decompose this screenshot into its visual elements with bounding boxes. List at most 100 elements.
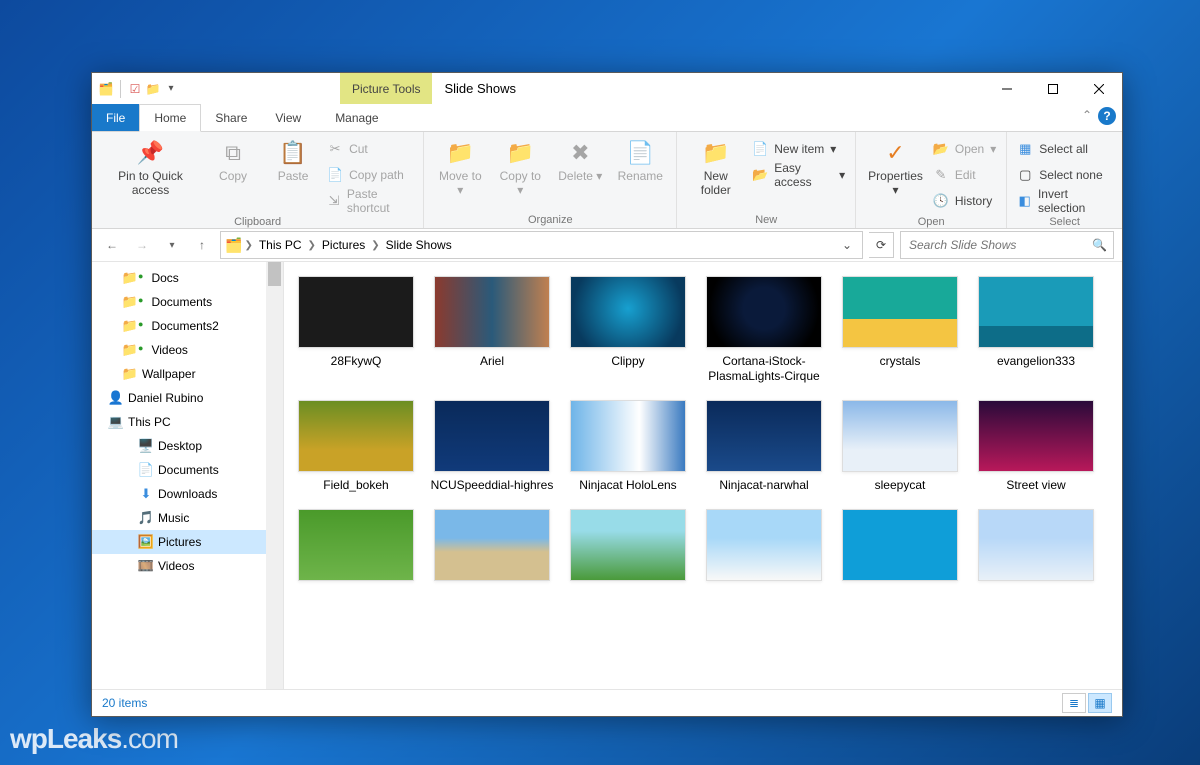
- minimize-button[interactable]: [984, 73, 1030, 104]
- group-label: Clipboard: [98, 214, 417, 230]
- chevron-right-icon[interactable]: ❯: [308, 240, 316, 251]
- open-icon: 📂: [933, 141, 949, 157]
- thumbnail: [842, 509, 958, 581]
- search-box[interactable]: 🔍: [900, 231, 1114, 259]
- history-button[interactable]: 🕓History: [929, 188, 1000, 214]
- file-name: Field_bokeh: [323, 478, 388, 493]
- breadcrumb-this-pc[interactable]: This PC: [255, 238, 306, 252]
- tab-manage[interactable]: Manage: [321, 104, 392, 131]
- new-folder-button[interactable]: 📁 New folder: [683, 134, 748, 202]
- file-item[interactable]: evangelion333: [972, 276, 1100, 384]
- file-item[interactable]: Field_bokeh: [292, 400, 420, 493]
- file-item[interactable]: NCUSpeeddial-highres: [428, 400, 556, 493]
- edit-button[interactable]: ✎Edit: [929, 162, 1000, 188]
- scrollbar-thumb[interactable]: [268, 262, 281, 286]
- tree-item-documents3[interactable]: 📄Documents: [92, 458, 283, 482]
- tree-item-wallpaper[interactable]: 📁Wallpaper: [92, 362, 283, 386]
- easy-access-button[interactable]: 📂Easy access ▾: [748, 162, 849, 188]
- content-area[interactable]: 28FkywQArielClippyCortana-iStock-PlasmaL…: [284, 262, 1122, 689]
- chevron-right-icon[interactable]: ❯: [371, 240, 379, 251]
- file-item[interactable]: Cortana-iStock-PlasmaLights-Cirque: [700, 276, 828, 384]
- quick-access-toolbar: 🗂️ ☑ 📁 ▾: [92, 73, 185, 104]
- paste-button[interactable]: 📋 Paste: [263, 134, 323, 188]
- new-item-button[interactable]: 📄New item ▾: [748, 136, 849, 162]
- tree-item-docs[interactable]: 📁●Docs: [92, 266, 283, 290]
- back-button[interactable]: ←: [100, 233, 124, 257]
- tab-home[interactable]: Home: [139, 104, 201, 132]
- tab-view[interactable]: View: [261, 104, 315, 131]
- file-item[interactable]: [564, 509, 692, 602]
- refresh-button[interactable]: ⟳: [869, 232, 894, 258]
- file-name: evangelion333: [997, 354, 1075, 369]
- breadcrumb-slide-shows[interactable]: Slide Shows: [382, 238, 456, 252]
- pin-icon: 📌: [136, 138, 166, 168]
- maximize-button[interactable]: [1030, 73, 1076, 104]
- invert-selection-button[interactable]: ◧Invert selection: [1013, 188, 1116, 214]
- delete-button[interactable]: ✖ Delete ▾: [550, 134, 610, 188]
- file-item[interactable]: 28FkywQ: [292, 276, 420, 384]
- properties-qat-icon[interactable]: ☑: [127, 81, 143, 97]
- rename-button[interactable]: 📄 Rename: [610, 134, 670, 188]
- recent-locations-button[interactable]: ▾: [160, 233, 184, 257]
- search-input[interactable]: [907, 237, 1092, 253]
- file-item[interactable]: Street view: [972, 400, 1100, 493]
- properties-button[interactable]: ✓ Properties ▾: [862, 134, 929, 202]
- file-item[interactable]: [972, 509, 1100, 602]
- address-dropdown-icon[interactable]: ⌄: [836, 238, 858, 252]
- tree-item-downloads[interactable]: ⬇Downloads: [92, 482, 283, 506]
- cut-button[interactable]: ✂Cut: [323, 136, 417, 162]
- close-button[interactable]: [1076, 73, 1122, 104]
- file-item[interactable]: crystals: [836, 276, 964, 384]
- copy-to-button[interactable]: 📁 Copy to ▾: [490, 134, 550, 202]
- tree-item-videos[interactable]: 📁●Videos: [92, 338, 283, 362]
- chevron-right-icon[interactable]: ❯: [244, 240, 252, 251]
- file-name: Ninjacat-narwhal: [719, 478, 808, 493]
- file-item[interactable]: [700, 509, 828, 602]
- thumbnail: [978, 509, 1094, 581]
- tree-item-this-pc[interactable]: 💻This PC: [92, 410, 283, 434]
- tree-item-videos2[interactable]: 🎞️Videos: [92, 554, 283, 578]
- tree-item-desktop[interactable]: 🖥️Desktop: [92, 434, 283, 458]
- help-button[interactable]: ?: [1098, 107, 1116, 125]
- file-item[interactable]: Ninjacat HoloLens: [564, 400, 692, 493]
- file-item[interactable]: Ninjacat-narwhal: [700, 400, 828, 493]
- tab-file[interactable]: File: [92, 104, 139, 131]
- collapse-ribbon-icon[interactable]: ⌃: [1082, 108, 1092, 122]
- context-tab-picture-tools[interactable]: Picture Tools: [340, 73, 432, 104]
- forward-button[interactable]: →: [130, 233, 154, 257]
- file-item[interactable]: [428, 509, 556, 602]
- select-all-button[interactable]: ▦Select all: [1013, 136, 1116, 162]
- address-bar[interactable]: 🗂️ ❯ This PC ❯ Pictures ❯ Slide Shows ⌄: [220, 231, 863, 259]
- file-name: crystals: [880, 354, 921, 369]
- paste-shortcut-button[interactable]: ⇲Paste shortcut: [323, 188, 417, 214]
- open-button[interactable]: 📂Open ▾: [929, 136, 1000, 162]
- tree-scrollbar[interactable]: [266, 262, 283, 689]
- tab-share[interactable]: Share: [201, 104, 261, 131]
- details-view-button[interactable]: ≣: [1062, 693, 1086, 713]
- copy-path-button[interactable]: 📄Copy path: [323, 162, 417, 188]
- tree-item-user[interactable]: 👤Daniel Rubino: [92, 386, 283, 410]
- tree-item-documents[interactable]: 📁●Documents: [92, 290, 283, 314]
- search-icon[interactable]: 🔍: [1092, 238, 1107, 252]
- new-item-icon: 📄: [752, 141, 768, 157]
- tree-item-music[interactable]: 🎵Music: [92, 506, 283, 530]
- tree-item-pictures[interactable]: 🖼️Pictures: [92, 530, 283, 554]
- thumbnail: [706, 400, 822, 472]
- select-none-button[interactable]: ▢Select none: [1013, 162, 1116, 188]
- pin-to-quick-access-button[interactable]: 📌 Pin to Quick access: [98, 134, 203, 202]
- file-item[interactable]: Ariel: [428, 276, 556, 384]
- thumbnails-view-button[interactable]: ▦: [1088, 693, 1112, 713]
- file-name: Street view: [1006, 478, 1065, 493]
- breadcrumb-pictures[interactable]: Pictures: [318, 238, 369, 252]
- up-button[interactable]: ↑: [190, 233, 214, 257]
- tree-item-documents2[interactable]: 📁●Documents2: [92, 314, 283, 338]
- file-item[interactable]: Clippy: [564, 276, 692, 384]
- file-item[interactable]: sleepycat: [836, 400, 964, 493]
- copy-button[interactable]: ⧉ Copy: [203, 134, 263, 188]
- move-to-button[interactable]: 📁 Move to ▾: [430, 134, 490, 202]
- new-folder-qat-icon[interactable]: 📁: [145, 81, 161, 97]
- group-label: Select: [1013, 214, 1116, 230]
- file-item[interactable]: [836, 509, 964, 602]
- qat-dropdown-icon[interactable]: ▾: [163, 81, 179, 97]
- file-item[interactable]: [292, 509, 420, 602]
